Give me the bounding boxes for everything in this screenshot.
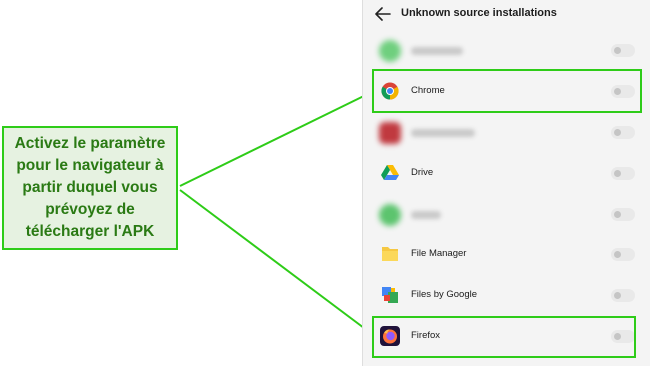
app-row-file-manager[interactable]: File Manager xyxy=(363,234,650,274)
app-row-files-by-google[interactable]: Files by Google xyxy=(363,275,650,315)
install-toggle[interactable] xyxy=(611,167,635,180)
blurred-app-label xyxy=(411,47,463,55)
chrome-highlight xyxy=(372,69,642,113)
blurred-app-icon xyxy=(379,40,401,62)
folder-icon xyxy=(380,244,400,264)
app-label: Drive xyxy=(411,167,434,178)
app-row[interactable] xyxy=(363,112,650,152)
blurred-app-label xyxy=(411,211,441,219)
install-toggle[interactable] xyxy=(611,248,635,261)
app-row[interactable] xyxy=(363,30,650,70)
install-toggle[interactable] xyxy=(611,208,635,221)
app-row-drive[interactable]: Drive xyxy=(363,153,650,193)
firefox-highlight xyxy=(372,316,636,358)
install-toggle[interactable] xyxy=(611,289,635,302)
arrow-left-icon[interactable] xyxy=(373,5,393,23)
blurred-app-label xyxy=(411,129,475,137)
arrow-to-firefox xyxy=(179,189,374,336)
app-label: Files by Google xyxy=(411,289,478,300)
app-label: File Manager xyxy=(411,248,467,259)
files-by-google-icon xyxy=(382,287,398,303)
blurred-app-icon xyxy=(379,122,401,144)
install-toggle[interactable] xyxy=(611,126,635,139)
blurred-app-icon xyxy=(379,204,401,226)
install-toggle[interactable] xyxy=(611,44,635,57)
google-drive-icon xyxy=(381,165,399,181)
arrow-to-chrome xyxy=(179,91,374,187)
settings-screen: Unknown source installations Chrome Driv… xyxy=(362,0,650,366)
screen-header: Unknown source installations xyxy=(363,0,650,30)
app-row[interactable] xyxy=(363,194,650,234)
page-title: Unknown source installations xyxy=(401,7,557,19)
